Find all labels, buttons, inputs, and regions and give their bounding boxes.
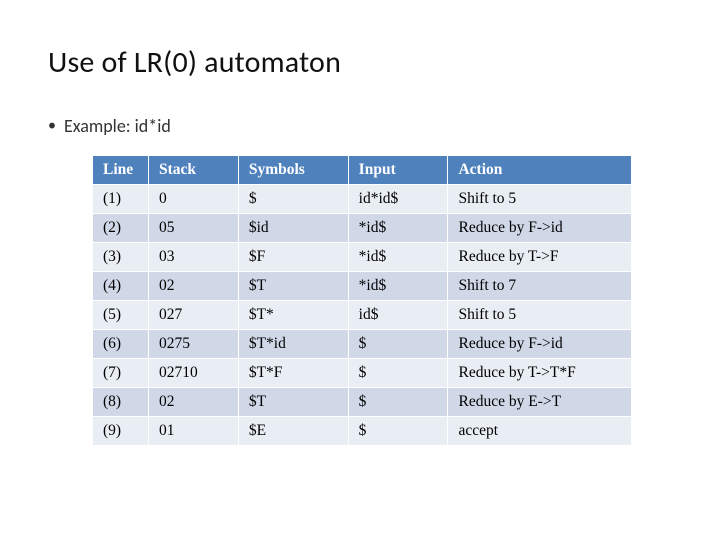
col-header-line: Line	[93, 156, 149, 185]
cell-line: (1)	[93, 185, 149, 214]
cell-stack: 02	[148, 272, 238, 301]
parse-steps-table: Line Stack Symbols Input Action (1) 0 $ …	[92, 155, 632, 446]
col-header-action: Action	[448, 156, 632, 185]
cell-symbols: $E	[238, 417, 348, 446]
cell-input: $	[348, 330, 448, 359]
slide-title: Use of LR(0) automaton	[48, 44, 672, 81]
cell-action: Shift to 5	[448, 301, 632, 330]
cell-stack: 0	[148, 185, 238, 214]
cell-stack: 0275	[148, 330, 238, 359]
table-row: (5) 027 $T* id$ Shift to 5	[93, 301, 632, 330]
cell-stack: 03	[148, 243, 238, 272]
cell-symbols: $T	[238, 388, 348, 417]
cell-stack: 05	[148, 214, 238, 243]
cell-symbols: $F	[238, 243, 348, 272]
cell-line: (2)	[93, 214, 149, 243]
cell-symbols: $T*	[238, 301, 348, 330]
cell-line: (5)	[93, 301, 149, 330]
parse-table-wrap: Line Stack Symbols Input Action (1) 0 $ …	[48, 155, 672, 446]
cell-symbols: $T	[238, 272, 348, 301]
table-row: (2) 05 $id *id$ Reduce by F->id	[93, 214, 632, 243]
table-header-row: Line Stack Symbols Input Action	[93, 156, 632, 185]
table-row: (4) 02 $T *id$ Shift to 7	[93, 272, 632, 301]
col-header-symbols: Symbols	[238, 156, 348, 185]
cell-action: Reduce by F->id	[448, 214, 632, 243]
cell-symbols: $id	[238, 214, 348, 243]
cell-input: $	[348, 388, 448, 417]
cell-input: id*id$	[348, 185, 448, 214]
cell-input: *id$	[348, 272, 448, 301]
bullet-dot-icon: •	[48, 118, 56, 134]
col-header-input: Input	[348, 156, 448, 185]
cell-symbols: $T*id	[238, 330, 348, 359]
cell-stack: 027	[148, 301, 238, 330]
cell-action: accept	[448, 417, 632, 446]
example-text: Example: id*id	[64, 115, 171, 137]
cell-input: $	[348, 359, 448, 388]
cell-action: Reduce by T->T*F	[448, 359, 632, 388]
cell-action: Reduce by T->F	[448, 243, 632, 272]
table-row: (9) 01 $E $ accept	[93, 417, 632, 446]
cell-line: (3)	[93, 243, 149, 272]
cell-line: (9)	[93, 417, 149, 446]
table-row: (1) 0 $ id*id$ Shift to 5	[93, 185, 632, 214]
cell-stack: 02710	[148, 359, 238, 388]
cell-input: *id$	[348, 214, 448, 243]
cell-input: $	[348, 417, 448, 446]
cell-symbols: $T*F	[238, 359, 348, 388]
cell-line: (7)	[93, 359, 149, 388]
cell-action: Reduce by F->id	[448, 330, 632, 359]
table-row: (8) 02 $T $ Reduce by E->T	[93, 388, 632, 417]
cell-stack: 01	[148, 417, 238, 446]
cell-stack: 02	[148, 388, 238, 417]
cell-symbols: $	[238, 185, 348, 214]
table-row: (6) 0275 $T*id $ Reduce by F->id	[93, 330, 632, 359]
cell-action: Shift to 7	[448, 272, 632, 301]
table-row: (3) 03 $F *id$ Reduce by T->F	[93, 243, 632, 272]
cell-input: *id$	[348, 243, 448, 272]
table-row: (7) 02710 $T*F $ Reduce by T->T*F	[93, 359, 632, 388]
cell-input: id$	[348, 301, 448, 330]
cell-line: (4)	[93, 272, 149, 301]
example-bullet: • Example: id*id	[48, 115, 672, 137]
cell-line: (8)	[93, 388, 149, 417]
cell-action: Shift to 5	[448, 185, 632, 214]
cell-line: (6)	[93, 330, 149, 359]
cell-action: Reduce by E->T	[448, 388, 632, 417]
col-header-stack: Stack	[148, 156, 238, 185]
